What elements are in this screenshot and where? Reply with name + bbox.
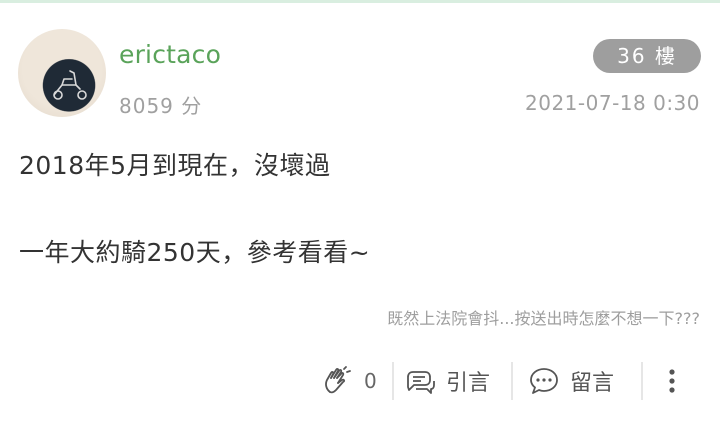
action-divider	[392, 362, 394, 400]
post-timestamp: 2021-07-18 0:30	[525, 91, 700, 115]
like-count: 0	[364, 369, 377, 393]
post-action-bar: 0 引言 留言	[0, 358, 720, 404]
quote-button[interactable]: 引言	[404, 358, 490, 404]
top-divider	[0, 0, 720, 3]
comment-bubble-icon	[528, 365, 560, 397]
comment-label: 留言	[570, 371, 615, 396]
action-divider	[641, 362, 643, 400]
like-button[interactable]: 0	[322, 358, 377, 404]
action-divider	[511, 362, 513, 400]
author-score: 8059 分	[119, 94, 203, 118]
more-options-button[interactable]	[662, 358, 682, 404]
floor-badge: 36 樓	[593, 39, 701, 73]
clap-hands-icon	[322, 365, 354, 397]
avatar[interactable]	[18, 29, 106, 117]
scooter-icon	[53, 70, 87, 100]
quote-bubbles-icon	[404, 365, 436, 397]
post-content-line: 2018年5月到現在，沒壞過	[19, 151, 331, 180]
author-signature: 既然上法院會抖...按送出時怎麼不想一下???	[387, 309, 700, 328]
post-content-line: 一年大約騎250天，參考看看~	[19, 238, 371, 267]
quote-label: 引言	[446, 371, 491, 396]
author-name[interactable]: erictaco	[119, 40, 221, 69]
more-vertical-icon	[662, 365, 682, 397]
comment-button[interactable]: 留言	[528, 358, 614, 404]
